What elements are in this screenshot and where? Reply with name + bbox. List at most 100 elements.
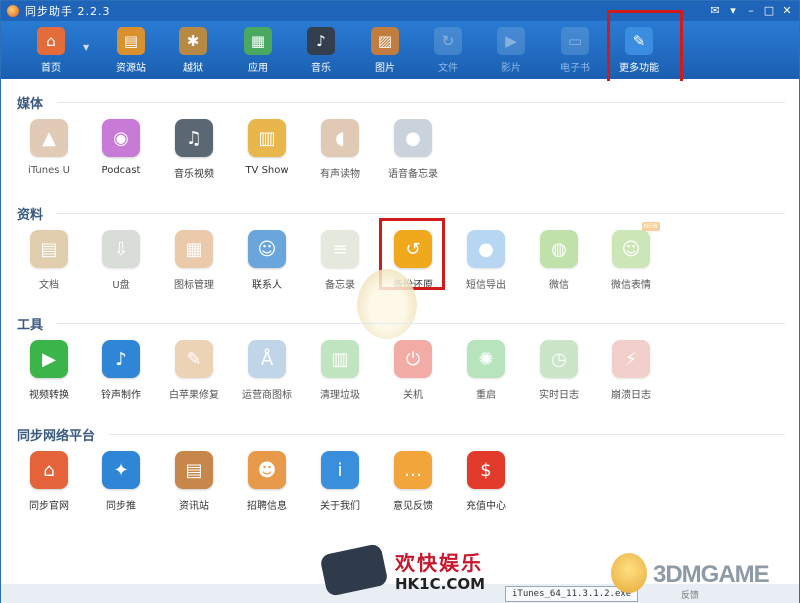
signal-tower-icon: Å <box>248 340 286 378</box>
app-voice-memo[interactable]: ● 语音备忘录 <box>377 119 449 197</box>
app-label: 图标管理 <box>174 280 214 291</box>
app-label: 视频转换 <box>29 390 69 401</box>
contacts-icon: ☺ <box>248 230 286 268</box>
recharge-icon: $ <box>467 451 505 489</box>
home-icon: ⌂ <box>37 27 65 55</box>
news-icon: ▤ <box>175 451 213 489</box>
selected-tab-highlight <box>607 10 683 84</box>
maximize-icon[interactable]: □ <box>761 3 777 18</box>
ad-title: 欢快娱乐 <box>395 551 483 575</box>
app-restart[interactable]: ✺ 重启 <box>450 340 522 418</box>
app-label: 微信表情 <box>611 280 651 291</box>
apps-grid-icon: ▦ <box>244 27 272 55</box>
window-title: 同步助手 2.2.3 <box>25 5 111 18</box>
home-icon: ⌂ <box>30 451 68 489</box>
app-icon-manager[interactable]: ▦ 图标管理 <box>158 230 230 308</box>
close-icon[interactable]: ✕ <box>779 3 795 18</box>
app-label: TV Show <box>245 165 289 176</box>
app-podcast[interactable]: ◉ Podcast <box>85 119 157 197</box>
gamepad-icon <box>319 543 389 597</box>
app-contacts[interactable]: ☺ 联系人 <box>231 230 303 308</box>
tab-label: 影片 <box>501 63 521 74</box>
app-video-convert[interactable]: ▶ 视频转换 <box>13 340 85 418</box>
tab-resource-station[interactable]: ▤ 资源站 <box>105 24 157 76</box>
app-feedback[interactable]: … 意见反馈 <box>377 451 449 529</box>
app-label: 关机 <box>403 390 423 401</box>
app-audiobook[interactable]: ◖ 有声读物 <box>304 119 376 197</box>
tab-label: 越狱 <box>183 63 203 74</box>
section-title-media: 媒体 <box>17 97 44 112</box>
app-recruitment[interactable]: ☻ 招聘信息 <box>231 451 303 529</box>
new-badge: NEW <box>641 222 660 231</box>
realtime-log-icon: ◷ <box>540 340 578 378</box>
restart-icon: ✺ <box>467 340 505 378</box>
app-music-video[interactable]: ♫ 音乐视频 <box>158 119 230 197</box>
app-crash-log[interactable]: ⚡ 崩溃日志 <box>595 340 667 418</box>
ad-banner: 欢快娱乐 HK1C.COM <box>319 541 523 603</box>
microphone-icon: ● <box>394 119 432 157</box>
app-realtime-log[interactable]: ◷ 实时日志 <box>523 340 595 418</box>
tab-music[interactable]: ♪ 音乐 <box>295 24 347 76</box>
podcast-icon: ◉ <box>102 119 140 157</box>
music-video-icon: ♫ <box>175 119 213 157</box>
app-recharge-center[interactable]: $ 充值中心 <box>450 451 522 529</box>
divider <box>109 434 785 435</box>
app-usb-drive[interactable]: ⇩ U盘 <box>85 230 157 308</box>
divider <box>57 102 785 103</box>
tab-label: 图片 <box>375 63 395 74</box>
app-about-us[interactable]: i 关于我们 <box>304 451 376 529</box>
app-documents[interactable]: ▤ 文档 <box>13 230 85 308</box>
app-ringtone-maker[interactable]: ♪ 铃声制作 <box>85 340 157 418</box>
app-white-apple-repair[interactable]: ✎ 白苹果修复 <box>158 340 230 418</box>
audiobook-icon: ◖ <box>321 119 359 157</box>
minimize-icon[interactable]: – <box>743 3 759 18</box>
app-label: 同步推 <box>106 501 136 512</box>
app-sms-export[interactable]: ● 短信导出 <box>450 230 522 308</box>
tv-show-icon: ▥ <box>248 119 286 157</box>
app-label: 有声读物 <box>320 169 360 180</box>
tab-files[interactable]: ↻ 文件 <box>422 24 474 76</box>
tab-movies[interactable]: ▶ 影片 <box>485 24 537 76</box>
bird-mascot-icon <box>611 553 647 593</box>
tab-label: 音乐 <box>311 63 331 74</box>
app-news-station[interactable]: ▤ 资讯站 <box>158 451 230 529</box>
tab-label: 资源站 <box>116 63 146 74</box>
app-wechat-emoji[interactable]: ☺ NEW 微信表情 <box>595 222 667 308</box>
feedback-icon: … <box>394 451 432 489</box>
app-label: 崩溃日志 <box>611 390 651 401</box>
feedback-icon[interactable]: ✉ <box>707 3 723 18</box>
icon-grid-icon: ▦ <box>175 230 213 268</box>
app-label: iTunes U <box>28 165 70 176</box>
app-itunes-u[interactable]: ▲ iTunes U <box>13 119 85 197</box>
tab-pictures[interactable]: ▨ 图片 <box>359 24 411 76</box>
divider <box>57 213 785 214</box>
tab-apps[interactable]: ▦ 应用 <box>232 24 284 76</box>
menu-icon[interactable]: ▾ <box>725 3 741 18</box>
app-official-site[interactable]: ⌂ 同步官网 <box>13 451 85 529</box>
file-icon: ↻ <box>434 27 462 55</box>
app-clean-junk[interactable]: ▥ 清理垃圾 <box>304 340 376 418</box>
app-label: 铃声制作 <box>101 390 141 401</box>
app-shutdown[interactable]: ⏻ 关机 <box>377 340 449 418</box>
app-tv-show[interactable]: ▥ TV Show <box>231 119 303 197</box>
app-label: 短信导出 <box>466 280 506 291</box>
mascot-watermark <box>357 269 417 339</box>
picture-icon: ▨ <box>371 27 399 55</box>
app-label: 运营商图标 <box>242 390 292 401</box>
app-label: 同步官网 <box>29 501 69 512</box>
tab-ebooks[interactable]: ▭ 电子书 <box>549 24 601 76</box>
app-label: Podcast <box>101 165 141 176</box>
app-carrier-icon[interactable]: Å 运营商图标 <box>231 340 303 418</box>
movie-icon: ▶ <box>497 27 525 55</box>
tab-jailbreak[interactable]: ✱ 越狱 <box>167 24 219 76</box>
tab-label: 应用 <box>248 63 268 74</box>
video-convert-icon: ▶ <box>30 340 68 378</box>
tab-home[interactable]: ⌂ 首页 <box>25 24 77 76</box>
app-label: 白苹果修复 <box>169 390 219 401</box>
chevron-down-icon[interactable]: ▼ <box>83 43 89 52</box>
ad-url: HK1C.COM <box>395 575 486 593</box>
app-wechat[interactable]: ◍ 微信 <box>523 230 595 308</box>
app-label: 重启 <box>476 390 496 401</box>
app-tongbu-push[interactable]: ✦ 同步推 <box>85 451 157 529</box>
section-title-tools: 工具 <box>17 318 44 333</box>
